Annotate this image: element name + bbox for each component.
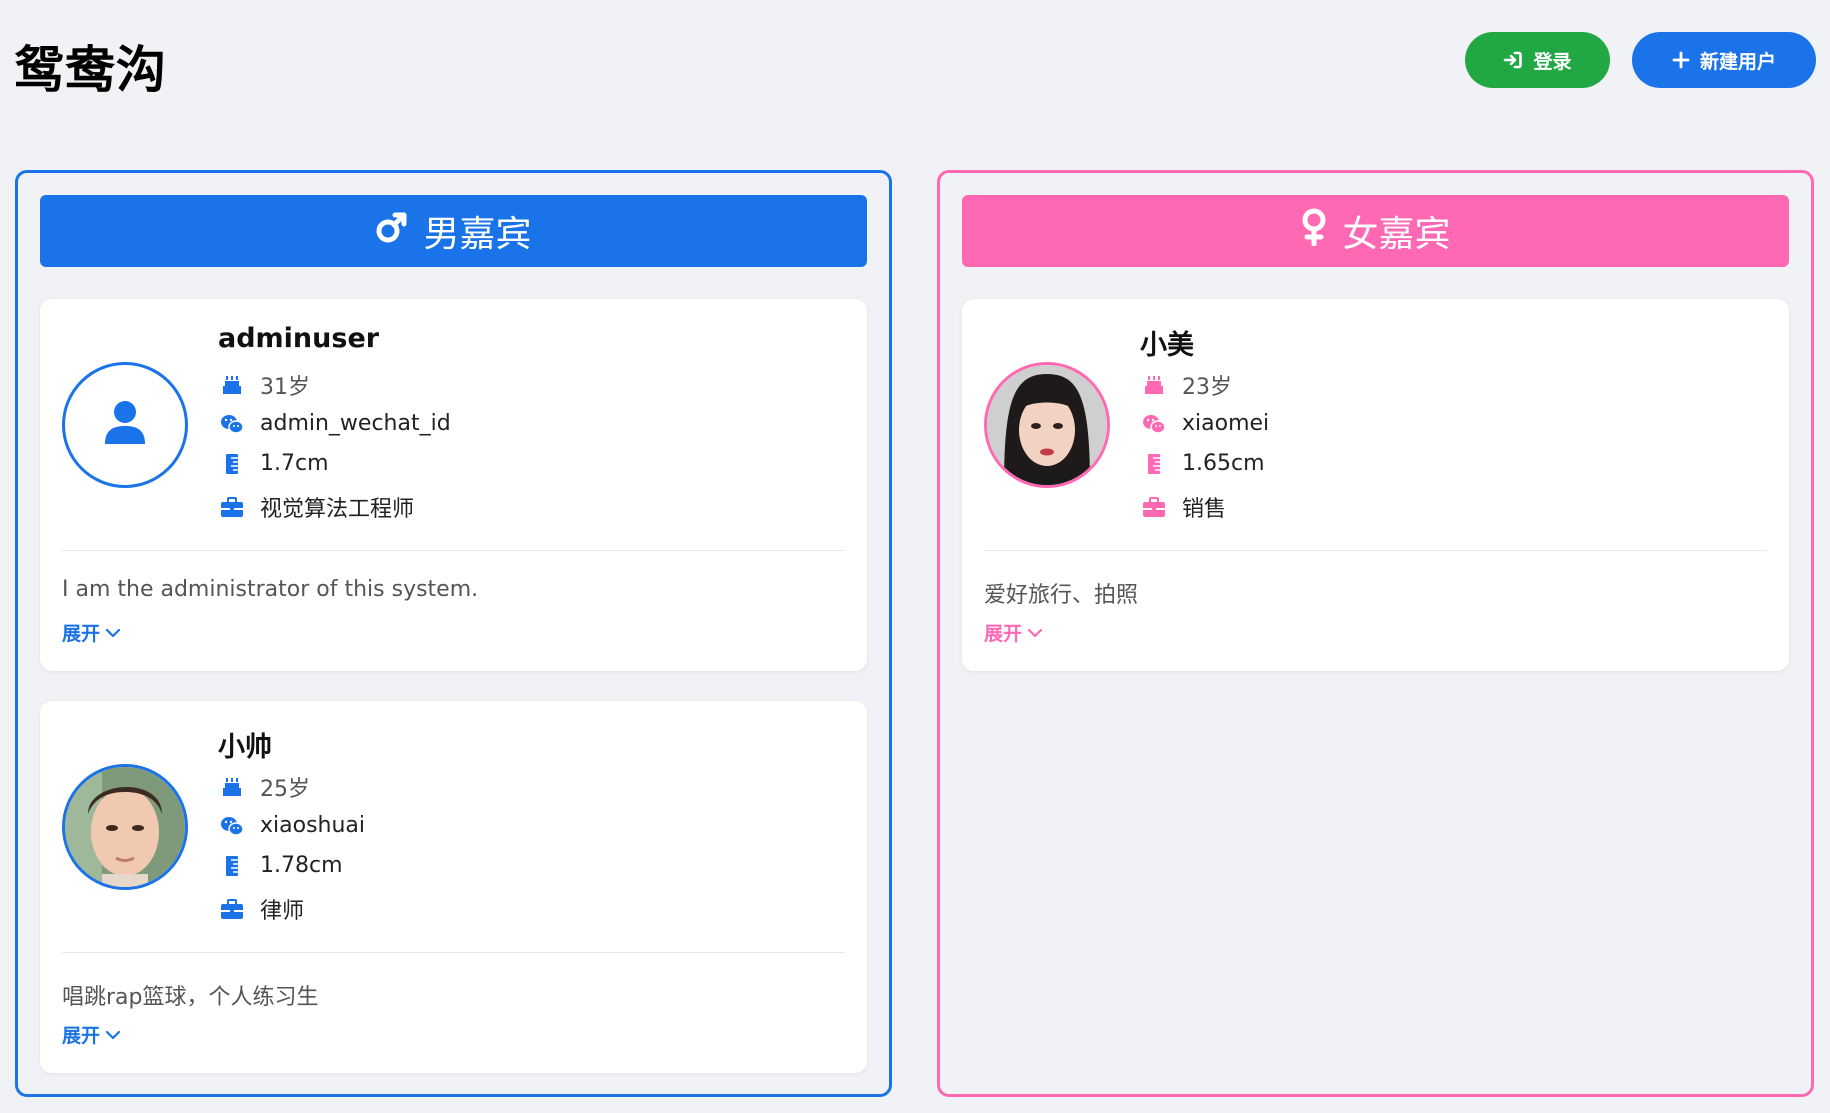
divider bbox=[62, 550, 845, 551]
job-row: 销售 bbox=[1142, 491, 1226, 523]
expand-label: 展开 bbox=[62, 1025, 101, 1047]
plus-icon bbox=[1672, 51, 1690, 69]
expand-link[interactable]: 展开 bbox=[62, 619, 121, 646]
height-value: 1.7cm bbox=[260, 451, 329, 476]
wechat-row: xiaomei bbox=[1142, 411, 1269, 436]
chevron-down-icon bbox=[105, 1024, 121, 1046]
divider bbox=[984, 550, 1767, 551]
wechat-value: xiaomei bbox=[1182, 411, 1270, 436]
age-row: 31岁 bbox=[220, 369, 310, 401]
avatar[interactable] bbox=[984, 362, 1110, 488]
height-value: 1.65cm bbox=[1182, 451, 1265, 476]
briefcase-icon bbox=[1142, 495, 1166, 519]
female-guests-panel: 女嘉宾 小美 23岁 xiaomei 1.65cm 销售 爱好旅行、拍照 展开 bbox=[937, 170, 1814, 1097]
chevron-down-icon bbox=[105, 622, 121, 644]
guest-name: adminuser bbox=[218, 323, 380, 354]
expand-label: 展开 bbox=[62, 623, 101, 645]
login-button[interactable]: 登录 bbox=[1465, 32, 1610, 88]
ruler-icon bbox=[1142, 452, 1166, 476]
job-value: 视觉算法工程师 bbox=[260, 497, 415, 522]
guest-card: adminuser 31岁 admin_wechat_id 1.7cm 视觉算法… bbox=[40, 299, 867, 671]
app-title: 鸳鸯沟 bbox=[14, 41, 167, 99]
birthday-cake-icon bbox=[220, 775, 244, 799]
divider bbox=[62, 952, 845, 953]
job-value: 销售 bbox=[1182, 497, 1227, 522]
female-guests-title: 女嘉宾 bbox=[1342, 214, 1451, 255]
height-row: 1.7cm bbox=[220, 451, 329, 476]
avatar[interactable] bbox=[62, 764, 188, 890]
age-value: 25岁 bbox=[260, 777, 310, 802]
briefcase-icon bbox=[220, 495, 244, 519]
male-guests-panel: 男嘉宾 adminuser 31岁 admin_wechat_id 1.7cm … bbox=[15, 170, 892, 1097]
job-value: 律师 bbox=[260, 899, 305, 924]
guest-bio: 爱好旅行、拍照 bbox=[984, 583, 1139, 608]
guest-name: 小帅 bbox=[218, 732, 272, 763]
age-row: 23岁 bbox=[1142, 369, 1232, 401]
new-user-label: 新建用户 bbox=[1699, 50, 1776, 73]
sign-in-icon bbox=[1503, 50, 1523, 70]
wechat-value: xiaoshuai bbox=[260, 813, 366, 838]
age-row: 25岁 bbox=[220, 771, 310, 803]
birthday-cake-icon bbox=[220, 373, 244, 397]
login-label: 登录 bbox=[1533, 50, 1572, 73]
male-portrait-photo bbox=[65, 767, 185, 887]
guest-bio: I am the administrator of this system. bbox=[62, 577, 479, 602]
chevron-down-icon bbox=[1027, 622, 1043, 644]
wechat-icon bbox=[220, 814, 244, 838]
guest-card: 小美 23岁 xiaomei 1.65cm 销售 爱好旅行、拍照 展开 bbox=[962, 299, 1789, 671]
job-row: 视觉算法工程师 bbox=[220, 491, 414, 523]
avatar[interactable] bbox=[62, 362, 188, 488]
wechat-value: admin_wechat_id bbox=[260, 411, 451, 436]
age-value: 31岁 bbox=[260, 375, 310, 400]
height-row: 1.78cm bbox=[220, 853, 343, 878]
default-user-icon bbox=[103, 400, 147, 450]
male-guests-title: 男嘉宾 bbox=[423, 214, 532, 255]
height-row: 1.65cm bbox=[1142, 451, 1265, 476]
guest-card: 小帅 25岁 xiaoshuai 1.78cm 律师 唱跳rap篮球，个人练习生… bbox=[40, 701, 867, 1073]
expand-link[interactable]: 展开 bbox=[984, 619, 1043, 646]
job-row: 律师 bbox=[220, 893, 304, 925]
height-value: 1.78cm bbox=[260, 853, 343, 878]
expand-label: 展开 bbox=[984, 623, 1023, 645]
briefcase-icon bbox=[220, 897, 244, 921]
birthday-cake-icon bbox=[1142, 373, 1166, 397]
wechat-row: admin_wechat_id bbox=[220, 411, 451, 436]
mars-icon bbox=[375, 210, 409, 253]
expand-link[interactable]: 展开 bbox=[62, 1021, 121, 1048]
female-portrait-photo bbox=[987, 365, 1107, 485]
female-guests-header: 女嘉宾 bbox=[962, 195, 1789, 267]
male-guests-header: 男嘉宾 bbox=[40, 195, 867, 267]
guest-name: 小美 bbox=[1140, 330, 1194, 361]
venus-icon bbox=[1300, 208, 1328, 255]
wechat-icon bbox=[220, 412, 244, 436]
new-user-button[interactable]: 新建用户 bbox=[1632, 32, 1816, 88]
age-value: 23岁 bbox=[1182, 375, 1232, 400]
ruler-icon bbox=[220, 452, 244, 476]
wechat-icon bbox=[1142, 412, 1166, 436]
guest-bio: 唱跳rap篮球，个人练习生 bbox=[62, 985, 319, 1010]
wechat-row: xiaoshuai bbox=[220, 813, 365, 838]
ruler-icon bbox=[220, 854, 244, 878]
top-header: 鸳鸯沟 登录 新建用户 bbox=[0, 0, 1830, 130]
